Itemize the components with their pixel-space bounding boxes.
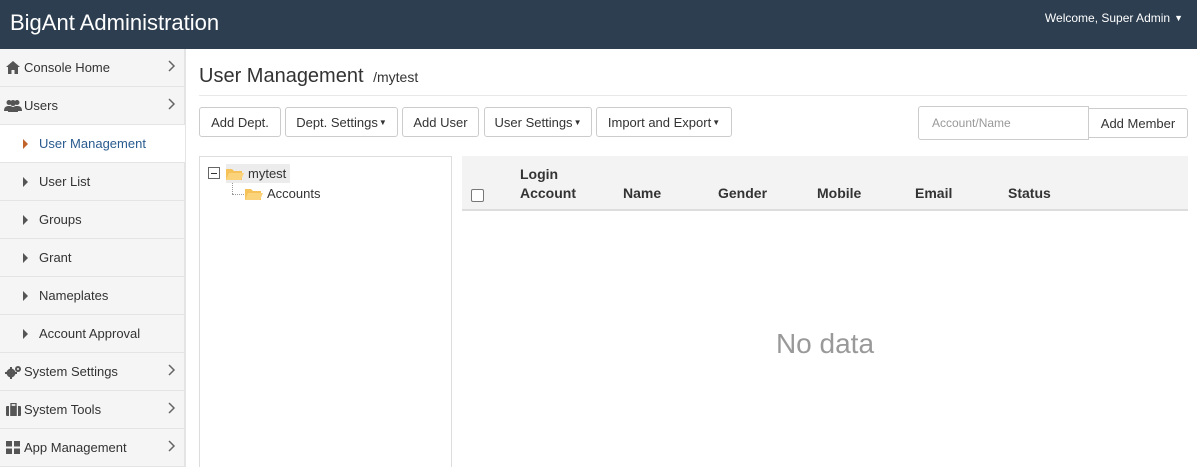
import-export-label: Import and Export — [607, 114, 712, 130]
sidebar-item-label: Console Home — [24, 60, 110, 75]
column-header-email[interactable]: Email — [915, 184, 952, 203]
app-title: BigAnt Administration — [10, 10, 220, 35]
sidebar-subitem-label: User List — [39, 174, 91, 189]
sidebar-item-app-management[interactable]: App Management — [0, 429, 185, 467]
caret-right-icon — [23, 328, 28, 339]
page-title-text: User Management — [199, 65, 364, 87]
sidebar-subitem-account-approval[interactable]: Account Approval — [0, 315, 185, 353]
add-user-button[interactable]: Add User — [402, 107, 479, 137]
department-tree: mytest Accounts — [199, 156, 452, 467]
welcome-text: Welcome, Super Admin — [1044, 11, 1171, 25]
sidebar-item-label: App Management — [24, 440, 127, 455]
sidebar-item-system-tools[interactable]: System Tools — [0, 391, 185, 429]
caret-right-icon — [23, 252, 28, 263]
sidebar-item-system-settings[interactable]: System Settings — [0, 353, 185, 391]
caret-down-icon: ▼ — [573, 117, 582, 127]
sidebar: Console Home Users User Management User … — [0, 49, 186, 467]
column-header-label: Login — [520, 166, 559, 182]
sidebar-item-label: Users — [24, 98, 58, 113]
user-settings-dropdown[interactable]: User Settings ▼ — [484, 107, 592, 137]
page-path: /mytest — [373, 69, 419, 85]
sidebar-subitem-groups[interactable]: Groups — [0, 201, 185, 239]
add-user-label: Add User — [413, 114, 468, 130]
import-export-dropdown[interactable]: Import and Export ▼ — [596, 107, 732, 137]
add-dept-label: Add Dept. — [211, 114, 269, 130]
sidebar-subitem-label: Groups — [39, 212, 82, 227]
sidebar-subitem-label: Grant — [39, 250, 72, 265]
caret-down-icon: ▼ — [712, 117, 721, 127]
add-member-button[interactable]: Add Member — [1088, 108, 1188, 138]
briefcase-icon — [4, 403, 22, 416]
sidebar-subitem-nameplates[interactable]: Nameplates — [0, 277, 185, 315]
tree-connector — [232, 194, 244, 195]
chevron-right-icon — [168, 60, 176, 72]
table-header: Login Account Name Gender Mobile Email S… — [462, 156, 1188, 211]
empty-state-text: No data — [775, 328, 875, 359]
dept-settings-label: Dept. Settings — [296, 114, 378, 130]
folder-open-icon — [226, 167, 244, 181]
caret-right-icon — [23, 176, 28, 187]
sidebar-item-label: System Settings — [24, 364, 118, 379]
tree-node-accounts[interactable]: Accounts — [245, 186, 320, 201]
sidebar-subitem-label: Nameplates — [39, 288, 109, 303]
column-header-name[interactable]: Name — [623, 184, 661, 203]
tree-node-label: mytest — [248, 166, 287, 181]
chevron-right-icon — [168, 440, 176, 452]
sidebar-subitem-grant[interactable]: Grant — [0, 239, 185, 277]
tree-node-label: Accounts — [267, 186, 321, 201]
account-search-input[interactable] — [918, 106, 1089, 140]
caret-down-icon: ▼ — [378, 117, 387, 127]
grid-icon — [4, 441, 22, 454]
title-divider — [199, 95, 1187, 96]
main-content: User Management /mytest Add Dept. Dept. … — [186, 49, 1197, 467]
user-menu[interactable]: Welcome, Super Admin ▼ — [1045, 11, 1183, 25]
chevron-right-icon — [168, 402, 176, 414]
user-settings-label: User Settings — [494, 114, 573, 130]
caret-down-icon: ▼ — [1174, 13, 1183, 23]
column-header-label: Account — [520, 185, 576, 201]
sidebar-item-users[interactable]: Users — [0, 87, 185, 125]
column-header-gender[interactable]: Gender — [718, 184, 767, 203]
column-header-login-account[interactable]: Login Account — [520, 165, 576, 203]
sidebar-subitem-user-list[interactable]: User List — [0, 163, 185, 201]
top-bar: BigAnt Administration Welcome, Super Adm… — [0, 0, 1197, 49]
caret-right-icon — [23, 290, 28, 301]
users-table: Login Account Name Gender Mobile Email S… — [462, 156, 1188, 467]
gears-icon — [4, 365, 22, 379]
dept-settings-dropdown[interactable]: Dept. Settings ▼ — [285, 107, 398, 137]
page-title: User Management /mytest — [199, 65, 418, 88]
sidebar-subitem-label: User Management — [39, 136, 146, 151]
tree-node-root[interactable]: mytest — [226, 164, 291, 183]
home-icon — [4, 61, 22, 74]
chevron-right-icon — [168, 364, 176, 376]
folder-open-icon — [245, 187, 263, 201]
users-icon — [4, 99, 22, 112]
chevron-right-icon — [168, 98, 176, 110]
column-header-mobile[interactable]: Mobile — [817, 184, 861, 203]
add-dept-button[interactable]: Add Dept. — [199, 107, 281, 137]
collapse-toggle-icon[interactable] — [208, 167, 220, 179]
sidebar-item-label: System Tools — [24, 402, 102, 417]
caret-right-icon — [23, 138, 28, 149]
sidebar-subitem-user-management[interactable]: User Management — [0, 125, 185, 163]
sidebar-item-console-home[interactable]: Console Home — [0, 49, 185, 87]
sidebar-subitem-label: Account Approval — [39, 326, 141, 341]
column-header-status[interactable]: Status — [1008, 184, 1051, 203]
caret-right-icon — [23, 214, 28, 225]
select-all-checkbox[interactable] — [471, 189, 484, 202]
